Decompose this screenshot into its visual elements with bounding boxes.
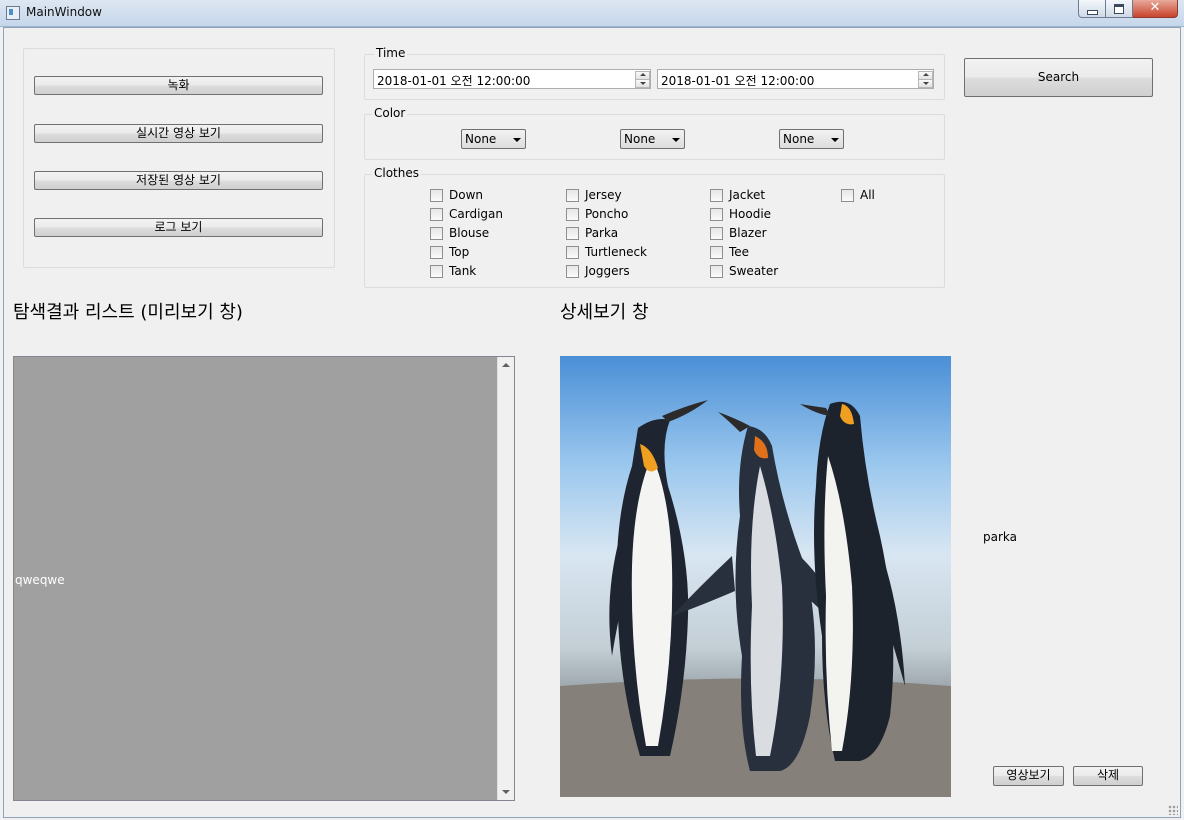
checkbox-label: Tee — [729, 245, 750, 259]
color-select-3-value: None — [783, 132, 815, 146]
app-window-icon — [6, 6, 20, 20]
scroll-up-icon[interactable] — [502, 363, 510, 367]
detail-heading: 상세보기 창 — [560, 302, 649, 323]
end-datetime-value: 2018-01-01 오전 12:00:00 — [661, 74, 815, 88]
end-datetime-input[interactable]: 2018-01-01 오전 12:00:00 — [657, 69, 934, 89]
close-glyph: ✕ — [1149, 0, 1161, 15]
color-group-title: Color — [372, 106, 408, 120]
live-view-button[interactable]: 실시간 영상 보기 — [34, 124, 323, 143]
checkbox-label: Sweater — [729, 264, 779, 278]
checkbox-cardigan[interactable]: Cardigan — [430, 206, 503, 222]
checkbox-jersey[interactable]: Jersey — [566, 187, 622, 203]
checkbox-tee[interactable]: Tee — [710, 244, 749, 260]
record-button[interactable]: 녹화 — [34, 76, 323, 95]
time-group-title: Time — [374, 46, 408, 60]
checkbox-label: Parka — [585, 226, 619, 240]
color-select-1[interactable]: None — [461, 129, 526, 149]
checkbox-jacket[interactable]: Jacket — [710, 187, 765, 203]
color-select-1-value: None — [465, 132, 497, 146]
checkbox-tank[interactable]: Tank — [430, 263, 476, 279]
chevron-down-icon — [513, 138, 521, 142]
checkbox-poncho[interactable]: Poncho — [566, 206, 628, 222]
checkbox-sweater[interactable]: Sweater — [710, 263, 778, 279]
log-view-button[interactable]: 로그 보기 — [34, 218, 323, 237]
checkbox-label: Blazer — [729, 226, 767, 240]
search-button[interactable]: Search — [964, 58, 1153, 97]
close-icon[interactable]: ✕ — [1133, 0, 1178, 18]
penguins-image — [560, 356, 951, 797]
checkbox-label: Top — [449, 245, 470, 259]
checkbox-label: Cardigan — [449, 207, 503, 221]
checkbox-label: Turtleneck — [585, 245, 648, 259]
checkbox-hoodie[interactable]: Hoodie — [710, 206, 771, 222]
minimize-icon[interactable] — [1078, 0, 1106, 18]
checkbox-label: Joggers — [585, 264, 630, 278]
detail-label: parka — [983, 530, 1017, 544]
spin-arrows-icon[interactable] — [635, 71, 650, 88]
list-item[interactable]: qweqwe — [15, 573, 65, 587]
checkbox-blazer[interactable]: Blazer — [710, 225, 767, 241]
main-window-client: 녹화 실시간 영상 보기 저장된 영상 보기 로그 보기 Time 2018-0… — [3, 27, 1181, 818]
clothes-group-title: Clothes — [372, 166, 421, 180]
penguins-illustration — [560, 400, 951, 797]
color-select-2[interactable]: None — [620, 129, 685, 149]
vertical-scrollbar[interactable] — [497, 357, 514, 800]
checkbox-top[interactable]: Top — [430, 244, 469, 260]
checkbox-label: Jersey — [585, 188, 622, 202]
color-select-3[interactable]: None — [779, 129, 844, 149]
checkbox-turtleneck[interactable]: Turtleneck — [566, 244, 647, 260]
checkbox-label: Poncho — [585, 207, 629, 221]
checkbox-label: Down — [449, 188, 484, 202]
window-controls: ✕ — [1078, 0, 1178, 18]
start-datetime-input[interactable]: 2018-01-01 오전 12:00:00 — [373, 69, 651, 89]
checkbox-joggers[interactable]: Joggers — [566, 263, 630, 279]
maximize-icon[interactable] — [1106, 0, 1133, 18]
checkbox-label: Tank — [449, 264, 477, 278]
chevron-down-icon — [672, 138, 680, 142]
checkbox-blouse[interactable]: Blouse — [430, 225, 489, 241]
color-select-2-value: None — [624, 132, 656, 146]
checkbox-label: Hoodie — [729, 207, 772, 221]
checkbox-parka[interactable]: Parka — [566, 225, 618, 241]
results-list[interactable]: qweqwe — [13, 356, 515, 801]
checkbox-label: Jacket — [729, 188, 766, 202]
checkbox-label: Blouse — [449, 226, 490, 240]
title-bar: MainWindow ✕ — [0, 0, 1184, 27]
scroll-down-icon[interactable] — [502, 790, 510, 794]
checkbox-down[interactable]: Down — [430, 187, 483, 203]
spin-arrows-icon[interactable] — [918, 71, 933, 88]
start-datetime-value: 2018-01-01 오전 12:00:00 — [377, 74, 531, 88]
results-heading: 탐색결과 리스트 (미리보기 창) — [13, 302, 243, 323]
window-title: MainWindow — [26, 5, 102, 19]
chevron-down-icon — [831, 138, 839, 142]
resize-grip-icon[interactable] — [1168, 805, 1178, 815]
saved-video-button[interactable]: 저장된 영상 보기 — [34, 171, 323, 190]
checkbox-label: All — [860, 188, 875, 202]
checkbox-all[interactable]: All — [841, 187, 875, 203]
delete-button[interactable]: 삭제 — [1073, 766, 1143, 786]
play-video-button[interactable]: 영상보기 — [993, 766, 1064, 786]
